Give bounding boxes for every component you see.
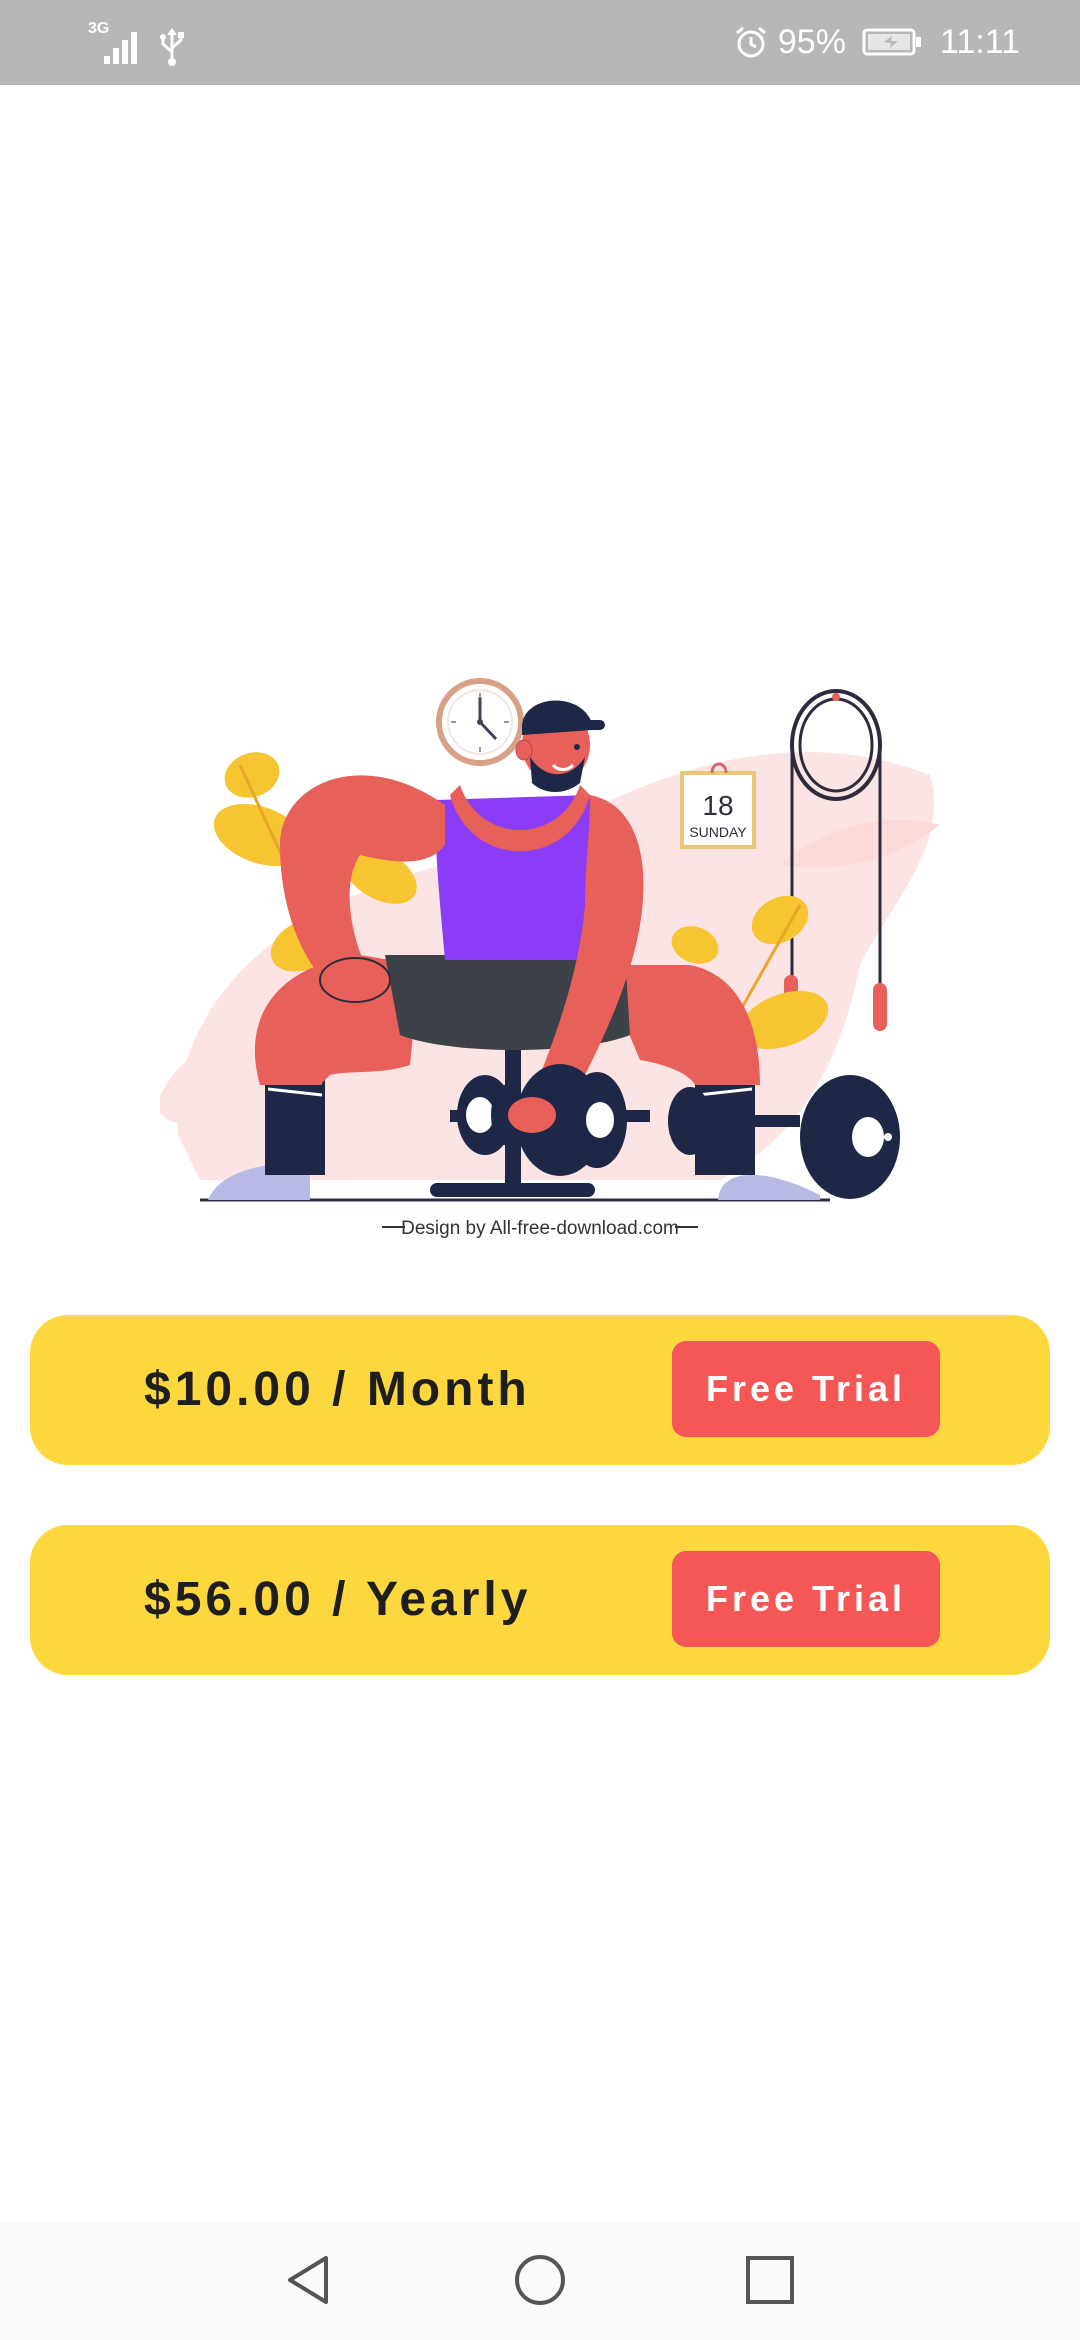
free-trial-button[interactable]: Free Trial [672,1551,940,1647]
calendar-weekday: SUNDAY [689,824,747,840]
plan-card-yearly[interactable]: $56.00 / Yearly Free Trial [30,1525,1050,1675]
illustration-credit: Design by All-free-download.com [401,1218,679,1239]
plan-price: $10.00 / Month [144,1363,531,1416]
status-bar: 3G 95% 11:11 [0,0,1080,85]
battery-icon [862,27,922,57]
plan-card-monthly[interactable]: $10.00 / Month Free Trial [30,1315,1050,1465]
recents-icon[interactable] [740,2250,800,2310]
fitness-illustration: 18 SUNDAY Design by All-free-download.co… [155,665,950,1245]
clock: 11:11 [939,22,1020,61]
navigation-bar [0,2222,1080,2340]
alarm-icon [734,25,768,59]
clock-icon [436,678,524,766]
head [515,700,605,792]
status-left: 3G [88,20,186,66]
signal-icon: 3G [88,20,144,66]
free-trial-button[interactable]: Free Trial [672,1341,940,1437]
usb-icon [158,26,186,66]
back-icon[interactable] [280,2250,340,2310]
status-right: 95% 11:11 [734,16,1020,68]
plan-price: $56.00 / Yearly [144,1573,532,1626]
calendar-icon: 18 SUNDAY [680,762,756,849]
home-icon[interactable] [510,2250,570,2310]
battery-percent: 95% [777,22,846,61]
calendar-day: 18 [702,790,733,821]
